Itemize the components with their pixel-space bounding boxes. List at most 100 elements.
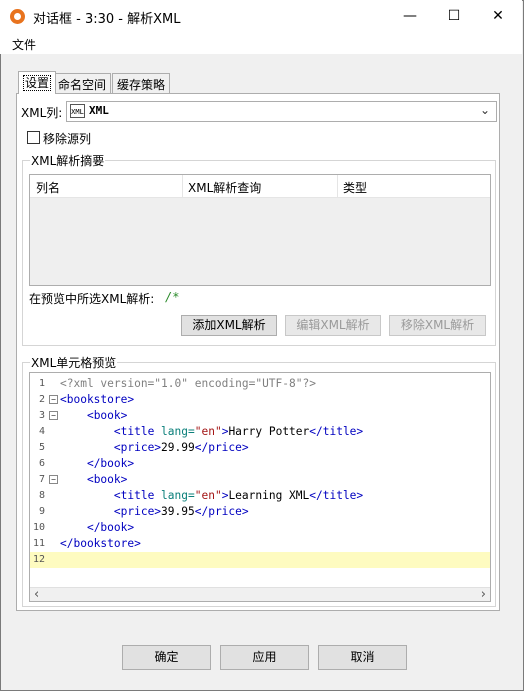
code-token: </bookstore> [60, 537, 141, 550]
close-button[interactable]: ✕ [476, 0, 520, 32]
preview-group-title: XML单元格预览 [30, 354, 118, 371]
code-line[interactable]: 8 <title lang="en">Learning XML</title> [30, 488, 490, 504]
code-token: <book> [86, 409, 128, 422]
line-number: 4 [38, 426, 45, 437]
code-line[interactable]: 5 <price>29.99</price> [30, 440, 490, 456]
ok-button[interactable]: 确定 [122, 645, 211, 670]
code-text: <price>29.99</price> [60, 440, 249, 456]
edit-xml-parse-button[interactable]: 编辑XML解析 [285, 315, 381, 336]
code-text: <book> [60, 472, 127, 488]
code-line[interactable]: 11 </bookstore> [30, 536, 490, 552]
preview-selection-value: /* [165, 290, 180, 304]
code-text: <bookstore> [60, 392, 134, 408]
cancel-button[interactable]: 取消 [318, 645, 407, 670]
code-token: 39.95 [161, 505, 195, 518]
scroll-left-icon[interactable]: ‹ [34, 587, 39, 601]
line-number: 3 [38, 410, 45, 421]
code-line[interactable]: 4 <title lang="en">Harry Potter</title> [30, 424, 490, 440]
line-number: 8 [38, 490, 45, 501]
code-line[interactable]: 10 </book> [30, 520, 490, 536]
code-token: lang= [161, 489, 195, 502]
code-token: <?xml version="1.0" encoding="UTF-8"?> [60, 377, 316, 390]
fold-toggle-icon[interactable]: − [49, 395, 58, 404]
fold-toggle-icon[interactable]: − [49, 411, 58, 420]
code-token: <book> [86, 473, 128, 486]
summary-table[interactable]: 列名 XML解析查询 类型 [29, 174, 491, 286]
code-token: </book> [86, 521, 135, 534]
code-text: <?xml version="1.0" encoding="UTF-8"?> [60, 376, 316, 392]
title-bar[interactable]: 对话框 - 3:30 - 解析XML — ☐ ✕ [0, 0, 522, 32]
code-token: </price> [194, 441, 249, 454]
code-token: <price> [113, 441, 162, 454]
line-number: 1 [38, 378, 45, 389]
xml-column-label: XML列: [21, 106, 63, 120]
tab-namespaces-label: 命名空间 [58, 78, 107, 92]
remove-source-checkbox[interactable] [27, 131, 40, 144]
code-line[interactable]: 2− <bookstore> [30, 392, 490, 408]
code-line[interactable]: 3− <book> [30, 408, 490, 424]
column-divider [182, 175, 183, 198]
scroll-right-icon[interactable]: › [481, 587, 486, 601]
tab-cache-policy[interactable]: 缓存策略 [112, 73, 171, 93]
add-xml-parse-button[interactable]: 添加XML解析 [181, 315, 277, 336]
remove-source-label: 移除源列 [43, 132, 92, 146]
column-header-query[interactable]: XML解析查询 [188, 179, 261, 196]
tab-cache-policy-label: 缓存策略 [117, 78, 166, 92]
code-token: <bookstore> [60, 393, 135, 406]
apply-button[interactable]: 应用 [220, 645, 309, 670]
preview-selection-label: 在预览中所选XML解析: [29, 292, 155, 306]
code-line[interactable]: 9 <price>39.95</price> [30, 504, 490, 520]
code-token: <title [113, 425, 162, 438]
tab-settings-label: 设置 [23, 75, 52, 91]
code-text: <book> [60, 408, 127, 424]
summary-group-title: XML解析摘要 [30, 152, 106, 169]
code-token: </title> [309, 425, 364, 438]
horizontal-scrollbar[interactable]: ‹ › [30, 587, 490, 601]
menu-file[interactable]: 文件 [12, 36, 36, 53]
tab-settings[interactable]: 设置 [18, 71, 57, 94]
code-text: </book> [60, 456, 134, 472]
app-icon [10, 9, 25, 24]
code-text: <title lang="en">Harry Potter</title> [60, 424, 363, 440]
code-text: <title lang="en">Learning XML</title> [60, 488, 363, 504]
line-number: 7 [38, 474, 45, 485]
xml-column-value: XML [89, 104, 109, 117]
line-number: 2 [38, 394, 45, 405]
code-line[interactable]: 6 </book> [30, 456, 490, 472]
menu-bar: 文件 [0, 32, 522, 54]
fold-toggle-icon[interactable]: − [49, 475, 58, 484]
line-number: 6 [38, 458, 45, 469]
code-line[interactable]: 12 [30, 552, 490, 568]
tab-namespaces[interactable]: 命名空间 [53, 73, 112, 93]
code-token: <title [113, 489, 162, 502]
xml-column-select[interactable]: XML XML ⌄ [66, 101, 497, 122]
code-token: Harry Potter [228, 425, 310, 438]
column-header-type[interactable]: 类型 [343, 179, 367, 196]
xml-preview-editor[interactable]: 1 <?xml version="1.0" encoding="UTF-8"?> 2… [29, 372, 491, 602]
code-token: 29.99 [161, 441, 195, 454]
remove-xml-parse-button[interactable]: 移除XML解析 [389, 315, 486, 336]
line-number: 9 [38, 506, 45, 517]
code-line[interactable]: 1 <?xml version="1.0" encoding="UTF-8"?> [30, 376, 490, 392]
column-header-name[interactable]: 列名 [36, 179, 60, 196]
code-token: "en" [194, 425, 222, 438]
column-divider [337, 175, 338, 198]
xml-column-icon: XML [70, 104, 85, 118]
maximize-button[interactable]: ☐ [432, 0, 476, 32]
code-token: <price> [113, 505, 162, 518]
summary-table-header: 列名 XML解析查询 类型 [30, 175, 490, 198]
minimize-button[interactable]: — [388, 0, 432, 32]
code-token: "en" [194, 489, 222, 502]
code-token: </title> [309, 489, 364, 502]
code-token: Learning XML [228, 489, 310, 502]
code-line[interactable]: 7− <book> [30, 472, 490, 488]
chevron-down-icon: ⌄ [479, 103, 490, 117]
line-number: 12 [32, 554, 45, 565]
code-text: </bookstore> [60, 536, 141, 552]
